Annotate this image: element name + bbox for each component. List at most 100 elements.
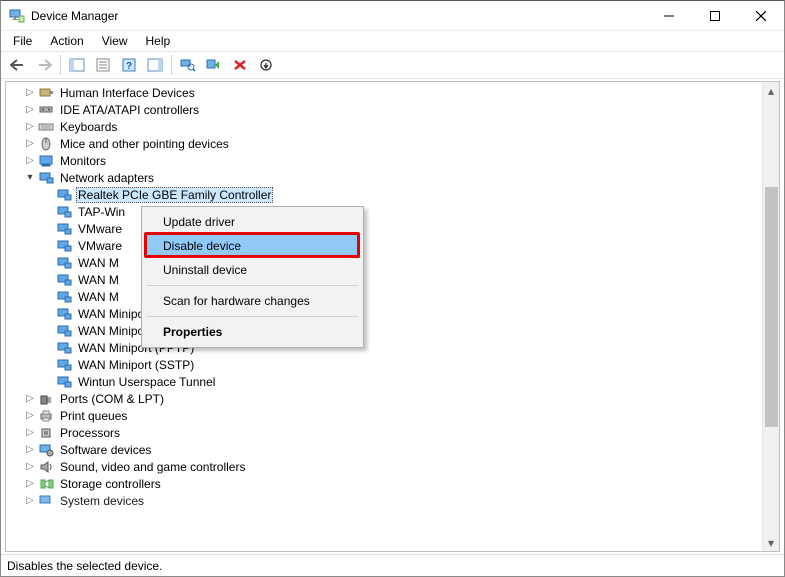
network-adapter-icon <box>56 255 72 271</box>
scroll-thumb[interactable] <box>765 187 778 427</box>
menu-view[interactable]: View <box>94 32 136 50</box>
scroll-up-button[interactable]: ▴ <box>763 82 780 99</box>
tree-category-hid[interactable]: ▷ Human Interface Devices <box>6 84 762 101</box>
tree-category-storage[interactable]: ▷ Storage controllers <box>6 475 762 492</box>
keyboard-icon <box>38 119 54 135</box>
toolbar-sep <box>60 55 61 75</box>
tree-label: Software devices <box>58 443 153 457</box>
ctx-disable-device[interactable]: Disable device <box>145 234 360 258</box>
tree-label: Keyboards <box>58 120 119 134</box>
toolbar: ? <box>1 51 784 79</box>
ctx-update-driver[interactable]: Update driver <box>145 210 360 234</box>
close-button[interactable] <box>738 1 784 31</box>
vertical-scrollbar[interactable]: ▴ ▾ <box>762 82 779 551</box>
network-adapter-icon <box>56 374 72 390</box>
maximize-button[interactable] <box>692 1 738 31</box>
tree-category-software[interactable]: ▷ Software devices <box>6 441 762 458</box>
scan-hardware-button[interactable] <box>176 54 200 76</box>
ctx-uninstall-device[interactable]: Uninstall device <box>145 258 360 282</box>
tree-category-network[interactable]: ▾ Network adapters <box>6 169 762 186</box>
ctx-scan-hardware[interactable]: Scan for hardware changes <box>145 289 360 313</box>
disable-device-button[interactable] <box>254 54 278 76</box>
tree-category-processors[interactable]: ▷ Processors <box>6 424 762 441</box>
status-text: Disables the selected device. <box>7 559 162 573</box>
menu-action[interactable]: Action <box>42 32 91 50</box>
tree-item-vmware1[interactable]: VMware <box>6 220 762 237</box>
tree-category-printqueues[interactable]: ▷ Print queues <box>6 407 762 424</box>
expand-icon[interactable]: ▷ <box>24 87 36 99</box>
expand-icon[interactable]: ▷ <box>24 121 36 133</box>
system-icon <box>38 493 54 509</box>
scroll-track[interactable] <box>763 99 780 534</box>
help-button[interactable]: ? <box>117 54 141 76</box>
tree-category-keyboards[interactable]: ▷ Keyboards <box>6 118 762 135</box>
expand-icon[interactable]: ▷ <box>24 427 36 439</box>
minimize-button[interactable] <box>646 1 692 31</box>
expand-icon[interactable]: ▷ <box>24 393 36 405</box>
network-adapter-icon <box>56 357 72 373</box>
tree-item-wan-pptp[interactable]: WAN Miniport (PPTP) <box>6 339 762 356</box>
tree-item-tapwin[interactable]: TAP-Win <box>6 203 762 220</box>
network-adapter-icon <box>56 204 72 220</box>
forward-button[interactable] <box>32 54 56 76</box>
device-tree[interactable]: ▷ Human Interface Devices ▷ IDE ATA/ATAP… <box>6 82 762 551</box>
context-menu: Update driver Disable device Uninstall d… <box>141 206 364 348</box>
cpu-icon <box>38 425 54 441</box>
tree-item-wanm2[interactable]: WAN M <box>6 271 762 288</box>
tree-label: Realtek PCIe GBE Family Controller <box>76 187 273 203</box>
menu-file[interactable]: File <box>5 32 40 50</box>
tree-label: Network adapters <box>58 171 156 185</box>
tree-category-ide[interactable]: ▷ IDE ATA/ATAPI controllers <box>6 101 762 118</box>
expand-icon[interactable]: ▷ <box>24 155 36 167</box>
tree-label: VMware <box>76 222 124 236</box>
expand-icon[interactable]: ▷ <box>24 461 36 473</box>
tree-category-monitors[interactable]: ▷ Monitors <box>6 152 762 169</box>
titlebar: Device Manager <box>1 1 784 31</box>
tree-label: WAN M <box>76 273 121 287</box>
tree-item-wan-pppoe[interactable]: WAN Miniport (PPPOE) <box>6 322 762 339</box>
tree-label: TAP-Win <box>76 205 127 219</box>
tree-label: Sound, video and game controllers <box>58 460 247 474</box>
properties-button[interactable] <box>91 54 115 76</box>
tree-label: Mice and other pointing devices <box>58 137 231 151</box>
collapse-icon[interactable]: ▾ <box>24 172 36 184</box>
action-pane-button[interactable] <box>143 54 167 76</box>
expand-icon[interactable]: ▷ <box>24 104 36 116</box>
ctx-properties[interactable]: Properties <box>145 320 360 344</box>
tree-item-wanm3[interactable]: WAN M <box>6 288 762 305</box>
tree-category-ports[interactable]: ▷ Ports (COM & LPT) <box>6 390 762 407</box>
tree-item-wintun[interactable]: Wintun Userspace Tunnel <box>6 373 762 390</box>
network-adapter-icon <box>56 187 72 203</box>
ports-icon <box>38 391 54 407</box>
tree-item-wan-sstp[interactable]: WAN Miniport (SSTP) <box>6 356 762 373</box>
network-adapter-icon <box>56 306 72 322</box>
network-icon <box>38 170 54 186</box>
expand-icon[interactable]: ▷ <box>24 138 36 150</box>
tree-label: WAN M <box>76 290 121 304</box>
back-button[interactable] <box>6 54 30 76</box>
expand-icon[interactable]: ▷ <box>24 495 36 507</box>
menubar: File Action View Help <box>1 31 784 51</box>
enable-device-button[interactable] <box>202 54 226 76</box>
ide-icon <box>38 102 54 118</box>
tree-container: ▷ Human Interface Devices ▷ IDE ATA/ATAP… <box>5 81 780 552</box>
expand-icon[interactable]: ▷ <box>24 410 36 422</box>
tree-category-mice[interactable]: ▷ Mice and other pointing devices <box>6 135 762 152</box>
uninstall-device-button[interactable] <box>228 54 252 76</box>
expand-icon[interactable]: ▷ <box>24 478 36 490</box>
tree-item-realtek[interactable]: Realtek PCIe GBE Family Controller <box>6 186 762 203</box>
tree-category-system[interactable]: ▷ System devices <box>6 492 762 509</box>
show-hide-console-tree-button[interactable] <box>65 54 89 76</box>
network-adapter-icon <box>56 289 72 305</box>
tree-category-sound[interactable]: ▷ Sound, video and game controllers <box>6 458 762 475</box>
tree-item-wanm1[interactable]: WAN M <box>6 254 762 271</box>
tree-label: Ports (COM & LPT) <box>58 392 166 406</box>
scroll-down-button[interactable]: ▾ <box>763 534 780 551</box>
menu-help[interactable]: Help <box>138 32 179 50</box>
tree-label: Human Interface Devices <box>58 86 197 100</box>
tree-item-wan-networkmonitor[interactable]: WAN Miniport (Network Monitor) <box>6 305 762 322</box>
tree-label: Processors <box>58 426 122 440</box>
mouse-icon <box>38 136 54 152</box>
expand-icon[interactable]: ▷ <box>24 444 36 456</box>
tree-item-vmware2[interactable]: VMware <box>6 237 762 254</box>
